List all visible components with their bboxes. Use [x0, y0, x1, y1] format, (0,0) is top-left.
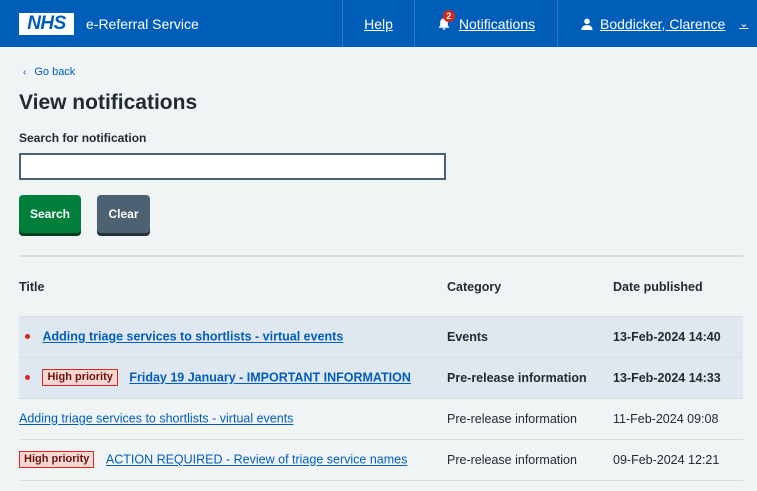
- date-cell: 13-Feb-2024 14:33: [613, 357, 743, 399]
- title-cell: Adding triage services to shortlists - v…: [19, 398, 447, 440]
- search-label: Search for notification: [19, 131, 147, 145]
- title-cell: High priority Friday 19 January - IMPORT…: [19, 357, 447, 399]
- nhs-logo[interactable]: NHS: [19, 12, 74, 35]
- table-row: Adding triage services to shortlists - v…: [19, 398, 743, 440]
- date-cell: 09-Feb-2024 12:21: [613, 439, 743, 481]
- chevron-down-icon: ⌄: [739, 18, 749, 30]
- category-cell: Pre-release information: [447, 357, 613, 399]
- user-name: Boddicker, Clarence: [600, 15, 726, 32]
- priority-tag: High priority: [42, 369, 118, 386]
- date-cell: 11-Feb-2024 09:08: [613, 398, 743, 440]
- notification-link[interactable]: Adding triage services to shortlists - v…: [19, 412, 293, 426]
- unread-dot-icon: [25, 375, 30, 380]
- table-row: Adding triage services to shortlists - v…: [19, 316, 743, 358]
- notification-link[interactable]: ACTION REQUIRED - Review of triage servi…: [106, 453, 407, 467]
- button-row: Search Clear: [19, 195, 743, 233]
- section-divider: [19, 255, 743, 257]
- category-cell: Events: [447, 316, 613, 358]
- app-header: NHS e-Referral Service Help 2 Notificati…: [0, 0, 757, 47]
- unread-dot-icon: [25, 334, 30, 340]
- bell-icon: 2: [437, 9, 455, 31]
- brand[interactable]: NHS e-Referral Service: [0, 0, 342, 47]
- category-cell: Pre-release information: [447, 439, 613, 481]
- page-title: View notifications: [19, 91, 198, 114]
- nav-help-link[interactable]: Help: [342, 0, 414, 47]
- column-header-date: Date published: [613, 280, 743, 317]
- notifications-table: Title Category Date published Adding tri…: [19, 280, 743, 481]
- user-icon: [581, 18, 593, 30]
- table-row: High priority Friday 19 January - IMPORT…: [19, 357, 743, 399]
- table-header-row: Title Category Date published: [19, 280, 743, 317]
- priority-tag: High priority: [19, 451, 95, 468]
- date-cell: 13-Feb-2024 14:40: [613, 316, 743, 358]
- nav-notifications-link[interactable]: 2 Notifications: [414, 0, 557, 47]
- notification-link[interactable]: Adding triage services to shortlists - v…: [42, 330, 343, 344]
- back-link-label: Go back: [34, 66, 76, 78]
- clear-button[interactable]: Clear: [97, 195, 150, 233]
- back-link[interactable]: ‹ Go back: [19, 66, 743, 78]
- title-cell: High priority ACTION REQUIRED - Review o…: [19, 439, 447, 481]
- chevron-left-icon: ‹: [23, 66, 27, 78]
- service-name: e-Referral Service: [86, 15, 199, 32]
- notification-count-badge: 2: [442, 9, 455, 22]
- category-cell: Pre-release information: [447, 398, 613, 440]
- column-header-title: Title: [19, 280, 447, 317]
- search-input[interactable]: [19, 153, 446, 180]
- main-content: ‹ Go back View notifications Search for …: [0, 66, 757, 481]
- nav-notifications-label: Notifications: [458, 15, 536, 32]
- notification-link[interactable]: Friday 19 January - IMPORTANT INFORMATIO…: [129, 371, 411, 385]
- search-button[interactable]: Search: [19, 195, 81, 233]
- user-menu[interactable]: Boddicker, Clarence ⌄: [557, 0, 757, 47]
- table-row: High priority ACTION REQUIRED - Review o…: [19, 439, 743, 481]
- column-header-category: Category: [447, 280, 613, 317]
- title-cell: Adding triage services to shortlists - v…: [19, 316, 447, 358]
